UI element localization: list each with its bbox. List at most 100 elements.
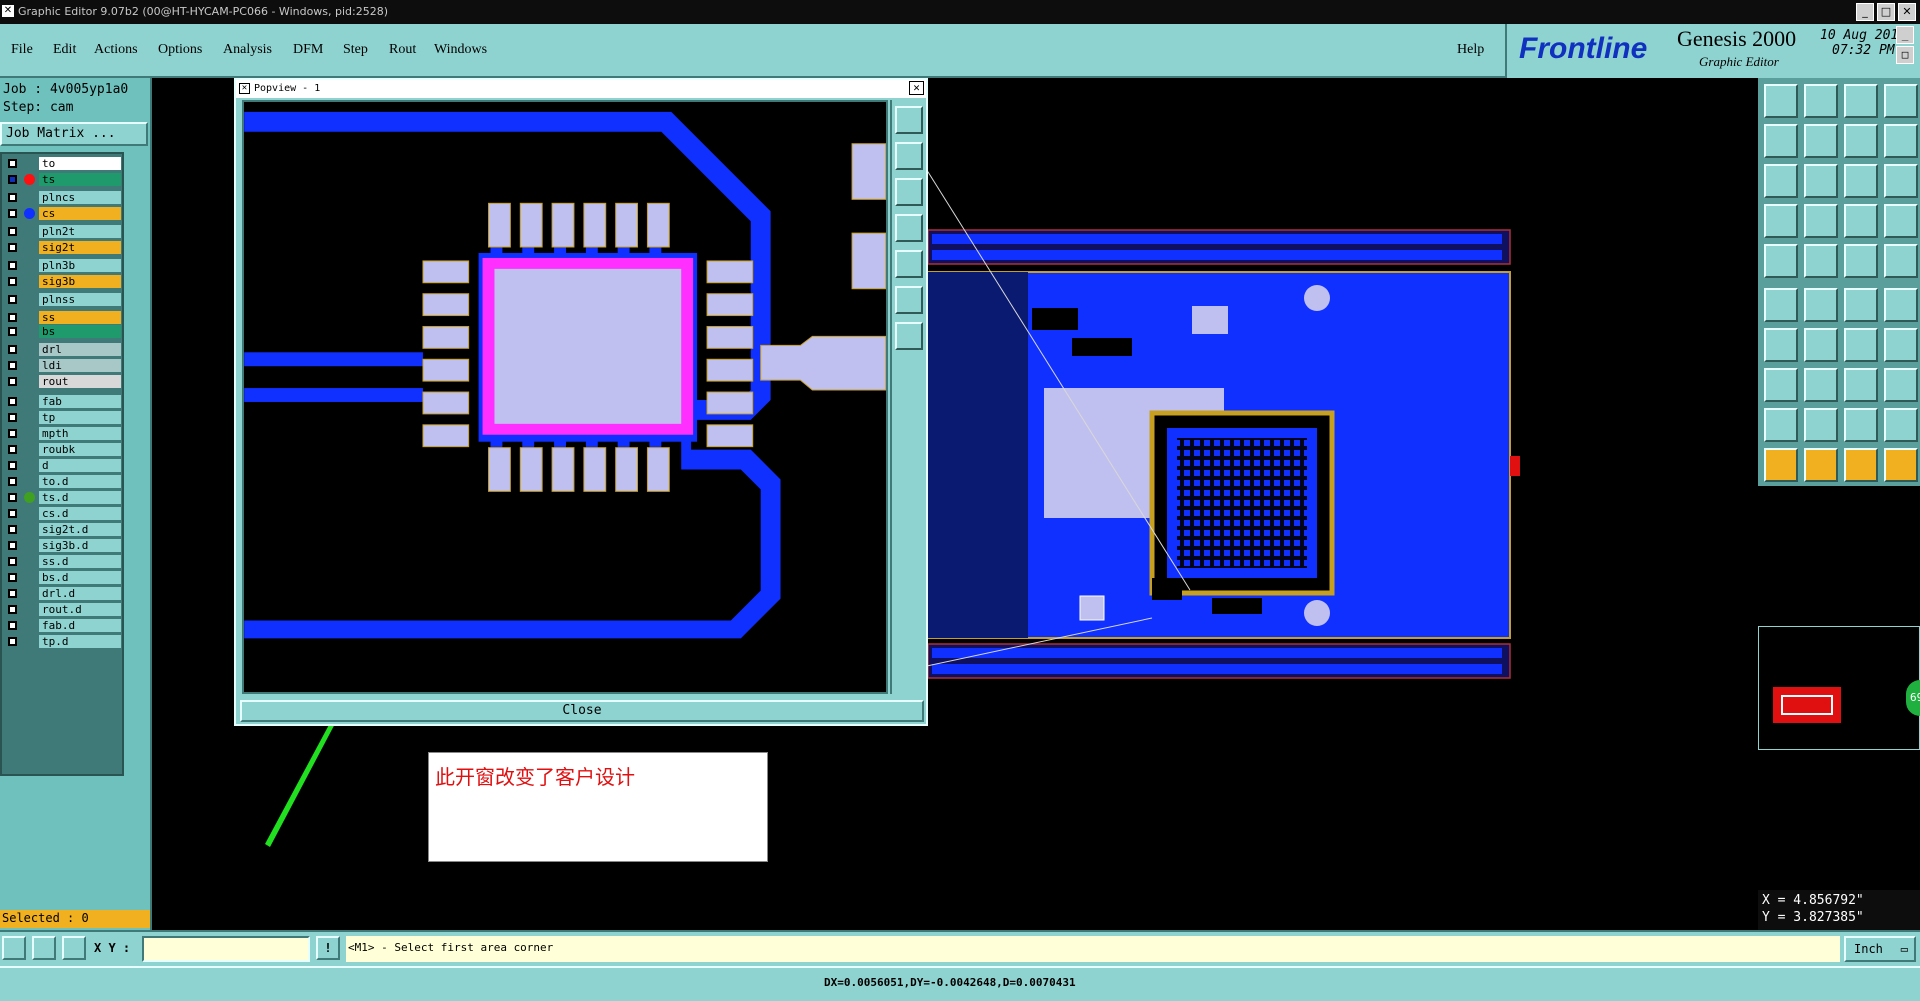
tool-r7-c2-icon[interactable] bbox=[1804, 328, 1838, 362]
layer-checkbox[interactable] bbox=[8, 541, 17, 550]
tool-r4-c4-icon[interactable] bbox=[1884, 204, 1918, 238]
layer-row-sig2t[interactable]: sig2t bbox=[4, 240, 122, 255]
tool-r5-c4-icon[interactable] bbox=[1884, 244, 1918, 278]
tool-r6-c4-icon[interactable] bbox=[1884, 288, 1918, 322]
info-icon[interactable]: ! bbox=[316, 936, 340, 960]
menu-dfm[interactable]: DFM bbox=[293, 42, 323, 58]
layer-name[interactable]: sig3b.d bbox=[38, 538, 122, 553]
layer-name[interactable]: roubk bbox=[38, 442, 122, 457]
menu-actions[interactable]: Actions bbox=[94, 42, 138, 58]
layer-name[interactable]: to bbox=[38, 156, 122, 171]
layer-checkbox[interactable] bbox=[8, 193, 17, 202]
layer-row-cs-d[interactable]: cs.d bbox=[4, 506, 122, 521]
layer-row-tp[interactable]: tp bbox=[4, 410, 122, 425]
popview-canvas[interactable] bbox=[242, 100, 888, 694]
layer-checkbox[interactable] bbox=[8, 295, 17, 304]
popview-tool-6-icon[interactable] bbox=[895, 286, 923, 314]
layer-checkbox[interactable] bbox=[8, 209, 17, 218]
layer-name[interactable]: sig3b bbox=[38, 274, 122, 289]
side-badge[interactable]: 69 bbox=[1906, 680, 1920, 716]
layer-name[interactable]: pln2t bbox=[38, 224, 122, 239]
layer-checkbox[interactable] bbox=[8, 477, 17, 486]
layer-checkbox[interactable] bbox=[8, 445, 17, 454]
layer-name[interactable]: plnss bbox=[38, 292, 122, 307]
tool-r3-c3-icon[interactable] bbox=[1844, 164, 1878, 198]
close-window-button[interactable]: ✕ bbox=[1898, 3, 1916, 21]
tool-r8-c3-icon[interactable] bbox=[1844, 368, 1878, 402]
layer-row-plncs[interactable]: plncs bbox=[4, 190, 122, 205]
menu-analysis[interactable]: Analysis bbox=[223, 42, 272, 58]
tool-r2-c2-icon[interactable] bbox=[1804, 124, 1838, 158]
layer-name[interactable]: drl.d bbox=[38, 586, 122, 601]
tool-r7-c3-icon[interactable] bbox=[1844, 328, 1878, 362]
layer-checkbox[interactable] bbox=[8, 243, 17, 252]
layer-row-drl[interactable]: drl bbox=[4, 342, 122, 357]
menu-windows[interactable]: Windows bbox=[434, 42, 487, 58]
tool-r5-c3-icon[interactable] bbox=[1844, 244, 1878, 278]
menu-rout[interactable]: Rout bbox=[389, 42, 416, 58]
layer-name[interactable]: ss.d bbox=[38, 554, 122, 569]
tool-r3-c2-icon[interactable] bbox=[1804, 164, 1838, 198]
layer-row-pln3b[interactable]: pln3b bbox=[4, 258, 122, 273]
layer-checkbox[interactable] bbox=[8, 345, 17, 354]
layer-checkbox[interactable] bbox=[8, 261, 17, 270]
tool-r6-c3-icon[interactable] bbox=[1844, 288, 1878, 322]
layer-name[interactable]: ts.d bbox=[38, 490, 122, 505]
tool-r2-c4-icon[interactable] bbox=[1884, 124, 1918, 158]
layer-row-to[interactable]: to bbox=[4, 156, 122, 171]
popview-tool-1-icon[interactable] bbox=[895, 106, 923, 134]
layer-row-tp-d[interactable]: tp.d bbox=[4, 634, 122, 649]
tool-r2-c3-icon[interactable] bbox=[1844, 124, 1878, 158]
tool-r4-c1-icon[interactable] bbox=[1764, 204, 1798, 238]
layer-row-sig2t-d[interactable]: sig2t.d bbox=[4, 522, 122, 537]
tool-r6-c2-icon[interactable] bbox=[1804, 288, 1838, 322]
xy-input[interactable] bbox=[142, 936, 310, 962]
brand-maximize-icon[interactable]: □ bbox=[1896, 46, 1914, 64]
tool-r9-c2-icon[interactable] bbox=[1804, 408, 1838, 442]
tool-r4-c3-icon[interactable] bbox=[1844, 204, 1878, 238]
layer-row-sig3b-d[interactable]: sig3b.d bbox=[4, 538, 122, 553]
tool-r6-c1-icon[interactable] bbox=[1764, 288, 1798, 322]
menu-file[interactable]: File bbox=[11, 42, 33, 58]
layer-name[interactable]: cs bbox=[38, 206, 122, 221]
layer-row-ldi[interactable]: ldi bbox=[4, 358, 122, 373]
layer-row-fab-d[interactable]: fab.d bbox=[4, 618, 122, 633]
minimize-button[interactable]: _ bbox=[1856, 3, 1874, 21]
layer-name[interactable]: ldi bbox=[38, 358, 122, 373]
layer-row-ts[interactable]: ts bbox=[4, 172, 122, 187]
tool-r1-c3-icon[interactable] bbox=[1844, 84, 1878, 118]
tool-r8-c2-icon[interactable] bbox=[1804, 368, 1838, 402]
layer-checkbox[interactable] bbox=[8, 621, 17, 630]
layer-name[interactable]: sig2t bbox=[38, 240, 122, 255]
layer-name[interactable]: pln3b bbox=[38, 258, 122, 273]
tool-r5-c2-icon[interactable] bbox=[1804, 244, 1838, 278]
zoom-area-icon[interactable] bbox=[32, 936, 56, 960]
layer-name[interactable]: fab bbox=[38, 394, 122, 409]
layer-checkbox[interactable] bbox=[8, 175, 17, 184]
layer-row-cs[interactable]: cs bbox=[4, 206, 122, 221]
layer-name[interactable]: ss bbox=[38, 310, 122, 325]
layer-checkbox[interactable] bbox=[8, 461, 17, 470]
layer-row-ss-d[interactable]: ss.d bbox=[4, 554, 122, 569]
layer-name[interactable]: ts bbox=[38, 172, 122, 187]
popview-close-icon[interactable]: ✕ bbox=[909, 81, 924, 95]
layer-row-d[interactable]: d bbox=[4, 458, 122, 473]
layer-name[interactable]: bs bbox=[38, 324, 122, 339]
tool-r9-c1-icon[interactable] bbox=[1764, 408, 1798, 442]
popview-tool-2-icon[interactable] bbox=[895, 142, 923, 170]
layer-name[interactable]: cs.d bbox=[38, 506, 122, 521]
grid-icon[interactable] bbox=[62, 936, 86, 960]
layer-row-sig3b[interactable]: sig3b bbox=[4, 274, 122, 289]
layer-checkbox[interactable] bbox=[8, 327, 17, 336]
layer-name[interactable]: fab.d bbox=[38, 618, 122, 633]
layer-row-plnss[interactable]: plnss bbox=[4, 292, 122, 307]
layer-row-bs[interactable]: bs bbox=[4, 324, 122, 339]
popview-tool-4-icon[interactable] bbox=[895, 214, 923, 242]
layer-checkbox[interactable] bbox=[8, 397, 17, 406]
layer-row-fab[interactable]: fab bbox=[4, 394, 122, 409]
layer-checkbox[interactable] bbox=[8, 493, 17, 502]
layer-checkbox[interactable] bbox=[8, 637, 17, 646]
layer-row-mpth[interactable]: mpth bbox=[4, 426, 122, 441]
tool-r7-c4-icon[interactable] bbox=[1884, 328, 1918, 362]
layer-checkbox[interactable] bbox=[8, 413, 17, 422]
